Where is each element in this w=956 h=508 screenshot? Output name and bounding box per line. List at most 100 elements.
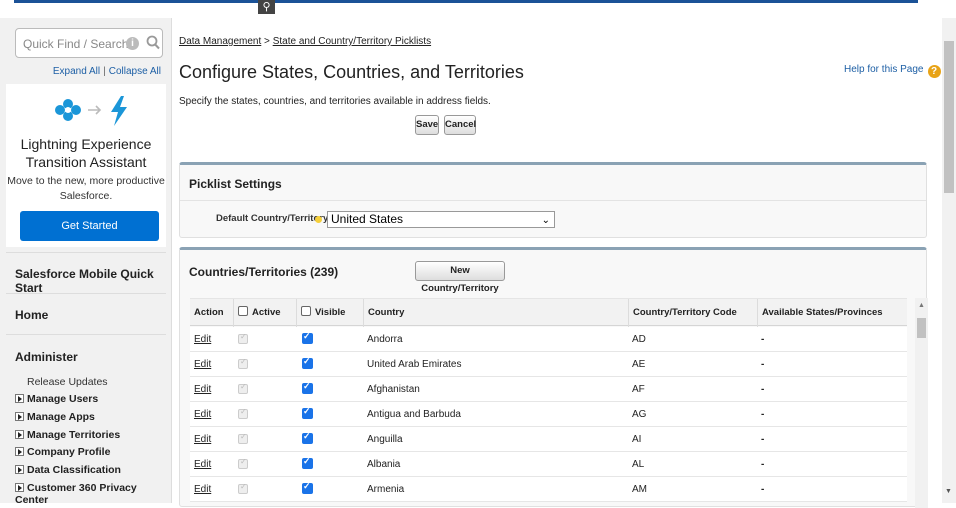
edit-link[interactable]: Edit [194, 359, 211, 370]
scroll-up-icon[interactable]: ▲ [918, 302, 925, 309]
sidebar-item-data-classification[interactable]: Data Classification [15, 464, 121, 476]
country-code: AL [632, 459, 645, 470]
sidebar-item-label: Company Profile [27, 446, 111, 458]
header-bar [14, 0, 918, 3]
window-scroll-thumb[interactable] [944, 41, 954, 193]
country-name: United Arab Emirates [367, 359, 462, 370]
cancel-button[interactable]: Cancel [444, 115, 476, 135]
sidebar: Quick Find / Search... i Expand All | Coll… [0, 18, 172, 506]
sidebar-item-company-profile[interactable]: Company Profile [15, 446, 110, 458]
breadcrumb-picklists[interactable]: State and Country/Territory Picklists [273, 36, 431, 47]
edit-link[interactable]: Edit [194, 459, 211, 470]
col-country: Country [363, 299, 628, 327]
top-strip: ⚲ [0, 0, 956, 18]
country-name: Afghanistan [367, 384, 420, 395]
lightning-description: Move to the new, more productive Salesfo… [6, 174, 166, 204]
visible-checkbox[interactable] [302, 381, 313, 394]
sidebar-item-manage-territories[interactable]: Manage Territories [15, 429, 120, 441]
info-icon[interactable]: i [126, 37, 139, 50]
visible-checkbox[interactable] [302, 356, 313, 369]
table-scrollbar[interactable]: ▲ [915, 298, 928, 508]
available-states: - [761, 459, 765, 470]
quick-find-input[interactable]: Quick Find / Search... i [15, 28, 163, 58]
sidebar-item-label: Manage Users [27, 393, 99, 405]
table-row: Edit Afghanistan AF - [190, 377, 907, 402]
expand-icon[interactable] [15, 394, 24, 403]
country-name: Albania [367, 459, 401, 470]
divider [180, 200, 926, 201]
expand-all-link[interactable]: Expand All [53, 66, 100, 77]
default-country-value: United States [331, 212, 404, 226]
active-checkbox [238, 432, 248, 444]
collapse-all-link[interactable]: Collapse All [109, 66, 161, 77]
page-description: Specify the states, countries, and terri… [179, 96, 491, 107]
edit-link[interactable]: Edit [194, 434, 211, 445]
country-code: AM [632, 484, 647, 495]
page-title: Configure States, Countries, and Territo… [179, 62, 524, 82]
edit-link[interactable]: Edit [194, 484, 211, 495]
select-all-active-checkbox[interactable] [238, 306, 248, 316]
get-started-button[interactable]: Get Started [20, 211, 159, 241]
scroll-thumb[interactable] [917, 318, 926, 338]
sidebar-item-label: Customer 360 Privacy Center [15, 482, 137, 506]
search-icon[interactable]: ⚲ [258, 0, 275, 14]
separator: | [103, 66, 106, 77]
divider [6, 334, 166, 335]
release-updates-link[interactable]: Release Updates [27, 376, 108, 388]
help-icon[interactable]: ? [927, 65, 941, 78]
mobile-quick-start-link[interactable]: Salesforce Mobile Quick Start [15, 267, 171, 295]
col-code: Country/Territory Code [628, 299, 757, 327]
available-states: - [761, 409, 765, 420]
help-link[interactable]: Help for this Page? [844, 64, 941, 78]
col-action: Action [194, 307, 224, 318]
sidebar-item-customer-360[interactable]: Customer 360 Privacy Center [15, 482, 171, 506]
country-code: AD [632, 334, 646, 345]
table-row: Edit Antigua and Barbuda AG - [190, 402, 907, 427]
divider [6, 293, 166, 294]
administer-heading: Administer [15, 350, 78, 364]
visible-checkbox[interactable] [302, 431, 313, 444]
col-active-label: Active [252, 307, 281, 318]
visible-checkbox[interactable] [302, 331, 313, 344]
breadcrumb-data-management[interactable]: Data Management [179, 36, 261, 47]
new-country-button[interactable]: New Country/Territory [415, 261, 505, 294]
sidebar-item-manage-users[interactable]: Manage Users [15, 393, 98, 405]
expand-icon[interactable] [15, 412, 24, 421]
picklist-settings-panel: Picklist Settings Default Country/Territ… [179, 162, 927, 238]
select-all-visible-checkbox[interactable] [301, 306, 311, 316]
sidebar-item-label: Manage Territories [27, 429, 121, 441]
edit-link[interactable]: Edit [194, 334, 211, 345]
visible-checkbox[interactable] [302, 481, 313, 494]
table-row: Edit Armenia AM - [190, 477, 907, 502]
save-button[interactable]: Save [415, 115, 439, 135]
scroll-down-icon[interactable]: ▼ [945, 488, 952, 495]
visible-checkbox[interactable] [302, 456, 313, 469]
col-states: Available States/Provinces [757, 299, 907, 327]
available-states: - [761, 434, 765, 445]
edit-link[interactable]: Edit [194, 384, 211, 395]
divider [6, 252, 166, 253]
available-states: - [761, 484, 765, 495]
window-scrollbar[interactable]: ▼ [942, 18, 956, 503]
breadcrumb-separator: > [261, 36, 273, 47]
magnifier-icon[interactable] [146, 35, 160, 51]
help-label: Help for this Page [844, 64, 924, 75]
default-country-label: Default Country/Territory [216, 213, 329, 224]
expand-icon[interactable] [15, 483, 24, 492]
active-checkbox [238, 482, 248, 494]
home-link[interactable]: Home [15, 308, 48, 322]
quick-find-placeholder: Quick Find / Search... [23, 37, 139, 51]
sidebar-item-manage-apps[interactable]: Manage Apps [15, 411, 95, 423]
lightning-title: Lightning Experience Transition Assistan… [6, 135, 166, 171]
sidebar-item-label: Manage Apps [27, 411, 95, 423]
expand-icon[interactable] [15, 430, 24, 439]
default-country-select[interactable]: United States ⌄ [327, 211, 555, 228]
expand-icon[interactable] [15, 465, 24, 474]
table-header: Action Active Visible Country Country/Te… [190, 298, 907, 327]
country-name: Anguilla [367, 434, 403, 445]
visible-checkbox[interactable] [302, 406, 313, 419]
active-checkbox [238, 457, 248, 469]
expand-icon[interactable] [15, 447, 24, 456]
countries-panel: Countries/Territories (239) New Country/… [179, 247, 928, 508]
edit-link[interactable]: Edit [194, 409, 211, 420]
